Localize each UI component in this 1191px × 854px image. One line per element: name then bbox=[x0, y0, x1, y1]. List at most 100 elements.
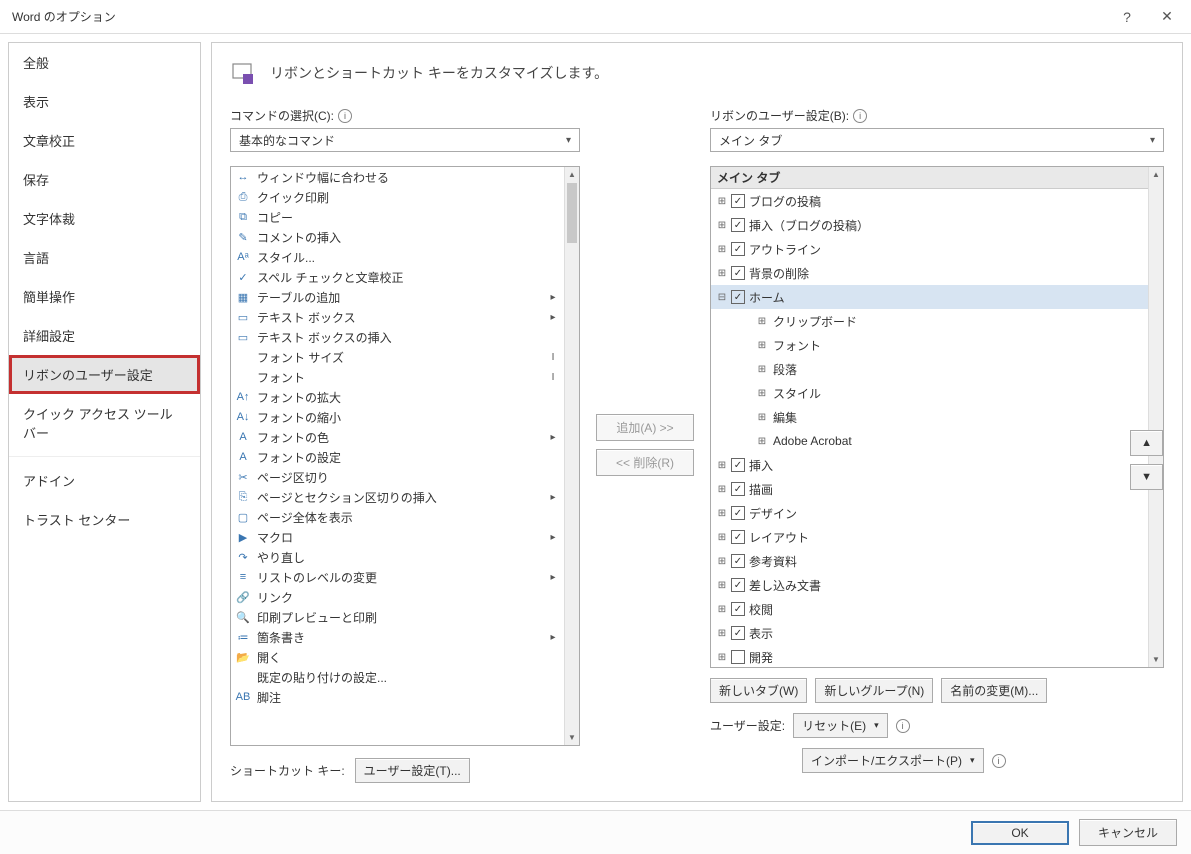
ribbon-tree[interactable]: メイン タブ ⊞ブログの投稿⊞挿入（ブログの投稿）⊞アウトライン⊞背景の削除⊟ホ… bbox=[710, 166, 1164, 668]
info-icon[interactable]: i bbox=[853, 109, 867, 123]
ribbon-dropdown[interactable]: メイン タブ bbox=[710, 128, 1164, 152]
tree-item[interactable]: ⊞表示 bbox=[711, 621, 1148, 645]
nav-item[interactable]: アドイン bbox=[9, 456, 200, 500]
command-item[interactable]: ✎コメントの挿入 bbox=[231, 227, 564, 247]
command-item[interactable]: ✓スペル チェックと文章校正 bbox=[231, 267, 564, 287]
tree-item[interactable]: ⊞クリップボード bbox=[711, 309, 1148, 333]
expand-icon[interactable]: ⊞ bbox=[755, 364, 769, 375]
info-icon[interactable]: i bbox=[992, 754, 1006, 768]
command-item[interactable]: 📂開く bbox=[231, 647, 564, 667]
nav-item[interactable]: 表示 bbox=[9, 82, 200, 121]
new-tab-button[interactable]: 新しいタブ(W) bbox=[710, 678, 807, 703]
tree-item[interactable]: ⊞スタイル bbox=[711, 381, 1148, 405]
nav-item[interactable]: 文字体裁 bbox=[9, 199, 200, 238]
command-item[interactable]: ✂ページ区切り bbox=[231, 467, 564, 487]
expand-icon[interactable]: ⊞ bbox=[755, 412, 769, 423]
tree-item[interactable]: ⊞レイアウト bbox=[711, 525, 1148, 549]
new-group-button[interactable]: 新しいグループ(N) bbox=[815, 678, 933, 703]
tree-item[interactable]: ⊞Adobe Acrobat bbox=[711, 429, 1148, 453]
scroll-up-icon[interactable]: ▲ bbox=[1149, 167, 1163, 182]
scrollbar[interactable]: ▲ ▼ bbox=[564, 167, 579, 745]
expand-icon[interactable]: ⊞ bbox=[715, 244, 729, 255]
shortcut-customize-button[interactable]: ユーザー設定(T)... bbox=[355, 758, 470, 783]
checkbox[interactable] bbox=[731, 218, 745, 232]
tree-item[interactable]: ⊞差し込み文書 bbox=[711, 573, 1148, 597]
expand-icon[interactable]: ⊞ bbox=[715, 484, 729, 495]
command-item[interactable]: 🔍印刷プレビューと印刷 bbox=[231, 607, 564, 627]
expand-icon[interactable]: ⊞ bbox=[715, 196, 729, 207]
scrollbar[interactable]: ▲ ▼ bbox=[1148, 167, 1163, 667]
command-item[interactable]: Aフォントの設定 bbox=[231, 447, 564, 467]
command-item[interactable]: ▶マクロ▸ bbox=[231, 527, 564, 547]
checkbox[interactable] bbox=[731, 242, 745, 256]
tree-item[interactable]: ⊞挿入（ブログの投稿） bbox=[711, 213, 1148, 237]
cancel-button[interactable]: キャンセル bbox=[1079, 819, 1177, 846]
move-down-button[interactable]: ▼ bbox=[1130, 464, 1163, 490]
command-item[interactable]: ↷やり直し bbox=[231, 547, 564, 567]
nav-item[interactable]: 言語 bbox=[9, 238, 200, 277]
checkbox[interactable] bbox=[731, 602, 745, 616]
expand-icon[interactable]: ⊞ bbox=[755, 316, 769, 327]
expand-icon[interactable]: ⊞ bbox=[755, 436, 769, 447]
checkbox[interactable] bbox=[731, 290, 745, 304]
command-item[interactable]: 🔗リンク bbox=[231, 587, 564, 607]
checkbox[interactable] bbox=[731, 482, 745, 496]
expand-icon[interactable]: ⊞ bbox=[755, 388, 769, 399]
checkbox[interactable] bbox=[731, 458, 745, 472]
command-item[interactable]: Aフォントの色▸ bbox=[231, 427, 564, 447]
checkbox[interactable] bbox=[731, 530, 745, 544]
tree-item[interactable]: ⊞編集 bbox=[711, 405, 1148, 429]
command-item[interactable]: 既定の貼り付けの設定... bbox=[231, 667, 564, 687]
tree-item[interactable]: ⊞背景の削除 bbox=[711, 261, 1148, 285]
expand-icon[interactable]: ⊞ bbox=[715, 220, 729, 231]
tree-item[interactable]: ⊞デザイン bbox=[711, 501, 1148, 525]
expand-icon[interactable]: ⊞ bbox=[715, 508, 729, 519]
checkbox[interactable] bbox=[731, 266, 745, 280]
ok-button[interactable]: OK bbox=[971, 821, 1069, 845]
tree-item[interactable]: ⊞アウトライン bbox=[711, 237, 1148, 261]
checkbox[interactable] bbox=[731, 578, 745, 592]
command-item[interactable]: ≔箇条書き▸ bbox=[231, 627, 564, 647]
command-item[interactable]: A↑フォントの拡大 bbox=[231, 387, 564, 407]
move-up-button[interactable]: ▲ bbox=[1130, 430, 1163, 456]
expand-icon[interactable]: ⊞ bbox=[715, 460, 729, 471]
expand-icon[interactable]: ⊞ bbox=[715, 532, 729, 543]
command-item[interactable]: ⧉コピー bbox=[231, 207, 564, 227]
command-item[interactable]: Aᵃスタイル... bbox=[231, 247, 564, 267]
info-icon[interactable]: i bbox=[896, 719, 910, 733]
tree-item[interactable]: ⊞校閲 bbox=[711, 597, 1148, 621]
tree-item[interactable]: ⊞ブログの投稿 bbox=[711, 189, 1148, 213]
command-item[interactable]: ▭テキスト ボックス▸ bbox=[231, 307, 564, 327]
reset-button[interactable]: リセット(E) bbox=[793, 713, 888, 738]
checkbox[interactable] bbox=[731, 506, 745, 520]
command-item[interactable]: ⎙クイック印刷 bbox=[231, 187, 564, 207]
nav-item[interactable]: トラスト センター bbox=[9, 500, 200, 539]
nav-item[interactable]: 文章校正 bbox=[9, 121, 200, 160]
nav-item[interactable]: 全般 bbox=[9, 43, 200, 82]
nav-item[interactable]: 詳細設定 bbox=[9, 316, 200, 355]
scroll-up-icon[interactable]: ▲ bbox=[565, 167, 579, 182]
help-icon[interactable]: ? bbox=[1107, 2, 1147, 32]
command-item[interactable]: AB脚注 bbox=[231, 687, 564, 707]
checkbox[interactable] bbox=[731, 626, 745, 640]
tree-item[interactable]: ⊞挿入 bbox=[711, 453, 1148, 477]
tree-item[interactable]: ⊞参考資料 bbox=[711, 549, 1148, 573]
remove-button[interactable]: << 削除(R) bbox=[596, 449, 694, 476]
command-item[interactable]: ▢ページ全体を表示 bbox=[231, 507, 564, 527]
nav-item[interactable]: リボンのユーザー設定 bbox=[9, 355, 200, 394]
command-item[interactable]: フォントI bbox=[231, 367, 564, 387]
expand-icon[interactable]: ⊞ bbox=[755, 340, 769, 351]
close-icon[interactable]: ✕ bbox=[1147, 2, 1187, 32]
expand-icon[interactable]: ⊞ bbox=[715, 556, 729, 567]
expand-icon[interactable]: ⊞ bbox=[715, 652, 729, 663]
scroll-thumb[interactable] bbox=[567, 183, 577, 243]
info-icon[interactable]: i bbox=[338, 109, 352, 123]
commands-dropdown[interactable]: 基本的なコマンド bbox=[230, 128, 580, 152]
command-item[interactable]: ▦テーブルの追加▸ bbox=[231, 287, 564, 307]
add-button[interactable]: 追加(A) >> bbox=[596, 414, 694, 441]
checkbox[interactable] bbox=[731, 194, 745, 208]
rename-button[interactable]: 名前の変更(M)... bbox=[941, 678, 1047, 703]
import-export-button[interactable]: インポート/エクスポート(P) bbox=[802, 748, 984, 773]
command-item[interactable]: ↔ウィンドウ幅に合わせる bbox=[231, 167, 564, 187]
expand-icon[interactable]: ⊞ bbox=[715, 604, 729, 615]
